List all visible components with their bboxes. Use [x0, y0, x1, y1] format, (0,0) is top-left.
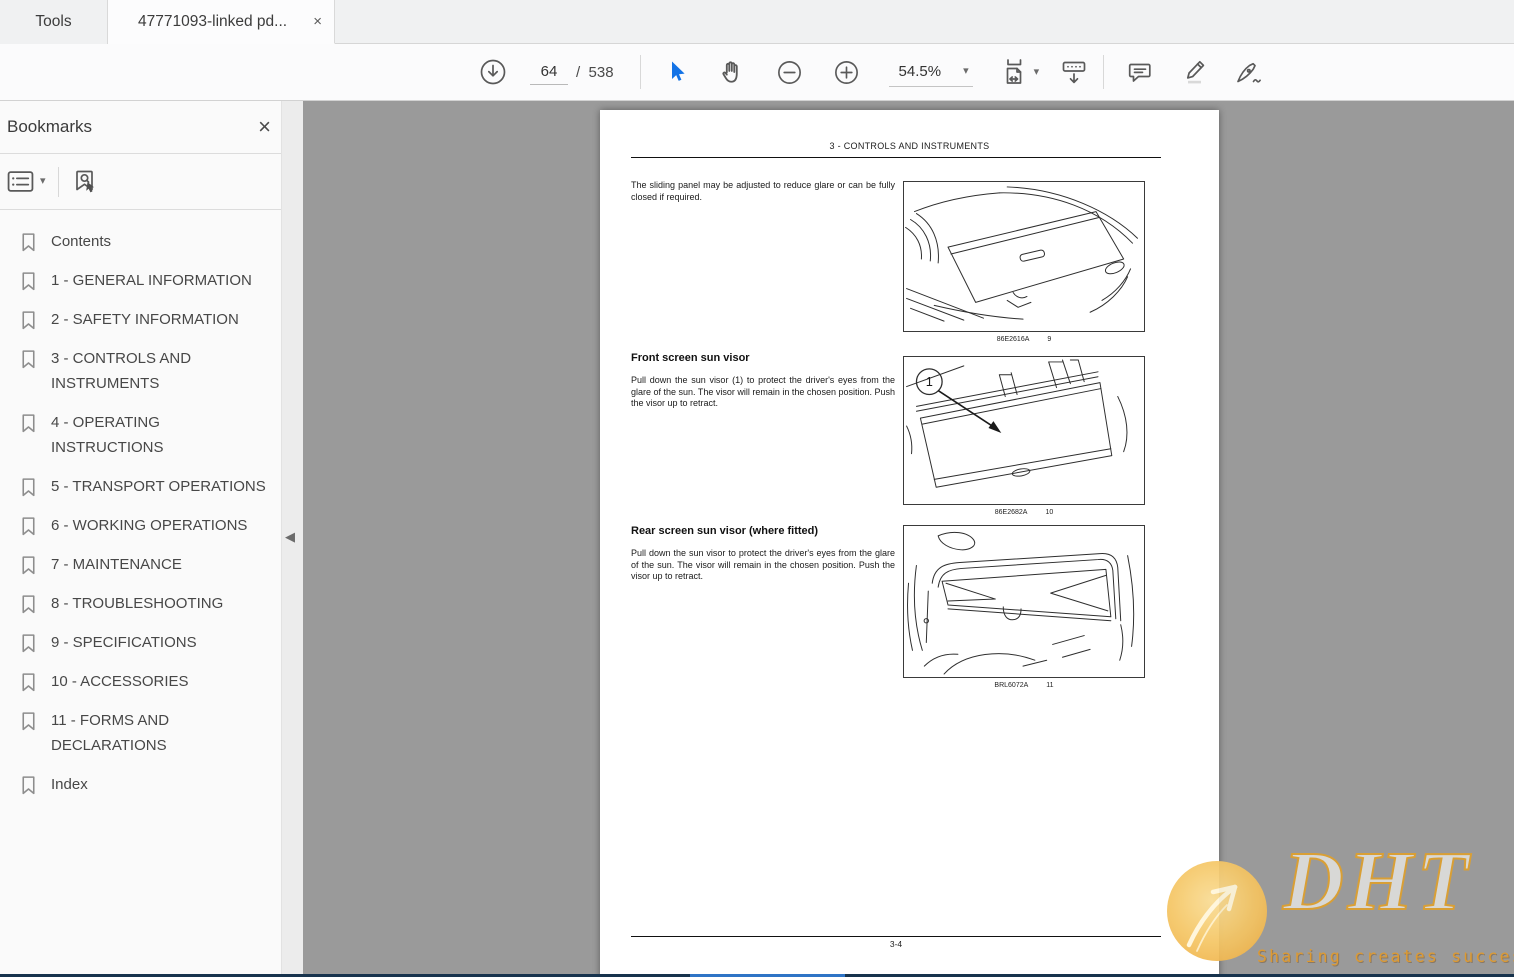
bookmark-options-icon[interactable]: ▾ [7, 170, 46, 193]
section-heading-rear-visor: Rear screen sun visor (where fitted) [631, 525, 819, 537]
acrobat-window: Tools 47771093-linked pd... × / 538 54.5 [0, 0, 1514, 977]
page-count-label: / 538 [576, 63, 614, 81]
zoom-in-icon[interactable] [832, 58, 861, 87]
highlight-pen-icon[interactable] [1180, 58, 1208, 86]
figure-rear-sun-visor-image [903, 525, 1145, 678]
header-rule [631, 157, 1161, 158]
bookmark-item-operating-instructions[interactable]: 4 - OPERATING INSTRUCTIONS [20, 403, 275, 467]
collapse-panel-icon[interactable]: ◀ [285, 529, 295, 545]
tab-document[interactable]: 47771093-linked pd... × [108, 0, 335, 44]
toolbar-separator [639, 55, 641, 89]
bookmark-item-specifications[interactable]: 9 - SPECIFICATIONS [20, 623, 275, 662]
page-number-input[interactable] [530, 59, 568, 85]
watermark-logo-text: DHT [1282, 835, 1473, 928]
watermark-logo-circle [1167, 861, 1267, 961]
bookmarks-list: Contents 1 - GENERAL INFORMATION 2 - SAF… [0, 210, 281, 804]
figure-caption: BRL6072A 11 [994, 682, 1054, 689]
bookmark-item-working-operations[interactable]: 6 - WORKING OPERATIONS [20, 506, 275, 545]
bookmark-item-forms-and-declarations[interactable]: 11 - FORMS AND DECLARATIONS [20, 701, 275, 765]
zoom-level-dropdown[interactable]: 54.5% ▾ [888, 57, 973, 87]
intro-paragraph: The sliding panel may be adjusted to red… [631, 180, 895, 202]
fill-sign-icon[interactable] [1234, 58, 1264, 86]
chevron-down-icon: ▾ [963, 65, 969, 77]
watermark-tagline: Sharing creates success [1257, 947, 1514, 966]
close-tab-icon[interactable]: × [313, 14, 322, 29]
comment-icon[interactable] [1126, 58, 1154, 86]
section-body-rear-visor: Pull down the sun visor to protect the d… [631, 548, 895, 581]
main-toolbar: / 538 54.5% ▾ ▾ [0, 44, 1514, 101]
hand-tool-icon[interactable] [719, 59, 745, 85]
bookmarks-title: Bookmarks [7, 117, 93, 136]
toolbar-separator [1103, 55, 1105, 89]
bookmarks-header: Bookmarks × [0, 101, 281, 154]
bookmarks-toolbar: ▾ [0, 154, 281, 210]
chevron-down-icon: ▾ [40, 175, 46, 187]
zoom-out-icon[interactable] [775, 58, 804, 87]
select-tool-icon[interactable] [665, 59, 689, 85]
footer-rule [631, 936, 1161, 937]
figure-front-sun-visor-image: 1 [903, 356, 1145, 505]
bookmark-item-contents[interactable]: Contents [20, 222, 275, 261]
fit-page-icon[interactable]: ▾ [999, 57, 1040, 87]
bookmark-item-transport-operations[interactable]: 5 - TRANSPORT OPERATIONS [20, 467, 275, 506]
bookmark-item-safety-information[interactable]: 2 - SAFETY INFORMATION [20, 300, 275, 339]
tab-tools[interactable]: Tools [0, 0, 108, 44]
bookmark-item-general-information[interactable]: 1 - GENERAL INFORMATION [20, 261, 275, 300]
arrow-up-right-icon [1186, 884, 1238, 952]
bookmark-item-maintenance[interactable]: 7 - MAINTENANCE [20, 545, 275, 584]
pdf-page: 3 - CONTROLS AND INSTRUMENTS The sliding… [600, 110, 1219, 977]
page-scrolling-icon[interactable] [1059, 57, 1089, 87]
tab-bar: Tools 47771093-linked pd... × [0, 0, 1514, 44]
bookmark-item-accessories[interactable]: 10 - ACCESSORIES [20, 662, 275, 701]
bookmarks-panel: Bookmarks × ▾ Contents 1 - GENERAL INFOR… [0, 101, 281, 977]
zoom-level-value: 54.5% [898, 63, 942, 80]
bookmark-item-troubleshooting[interactable]: 8 - TROUBLESHOOTING [20, 584, 275, 623]
save-download-icon[interactable] [478, 57, 508, 87]
bookmark-item-controls-and-instruments[interactable]: 3 - CONTROLS AND INSTRUMENTS [20, 339, 275, 403]
chevron-down-icon: ▾ [1033, 65, 1040, 78]
section-heading-front-visor: Front screen sun visor [631, 352, 750, 364]
close-panel-icon[interactable]: × [258, 116, 271, 138]
figure-caption: 86E2682A 10 [994, 509, 1054, 516]
locate-current-bookmark-icon[interactable] [71, 168, 99, 196]
figure-caption: 86E2616A 9 [996, 336, 1052, 343]
page-number-footer: 3-4 [889, 939, 903, 949]
bookmark-item-index[interactable]: Index [20, 765, 275, 804]
page-chapter-header: 3 - CONTROLS AND INSTRUMENTS [829, 141, 990, 151]
figure-sliding-panel-image [903, 181, 1145, 332]
section-body-front-visor: Pull down the sun visor (1) to protect t… [631, 375, 895, 408]
svg-text:1: 1 [926, 374, 933, 389]
toolbar-separator [57, 166, 59, 197]
tab-tools-label: Tools [35, 13, 72, 30]
tab-document-label: 47771093-linked pd... [138, 12, 288, 30]
